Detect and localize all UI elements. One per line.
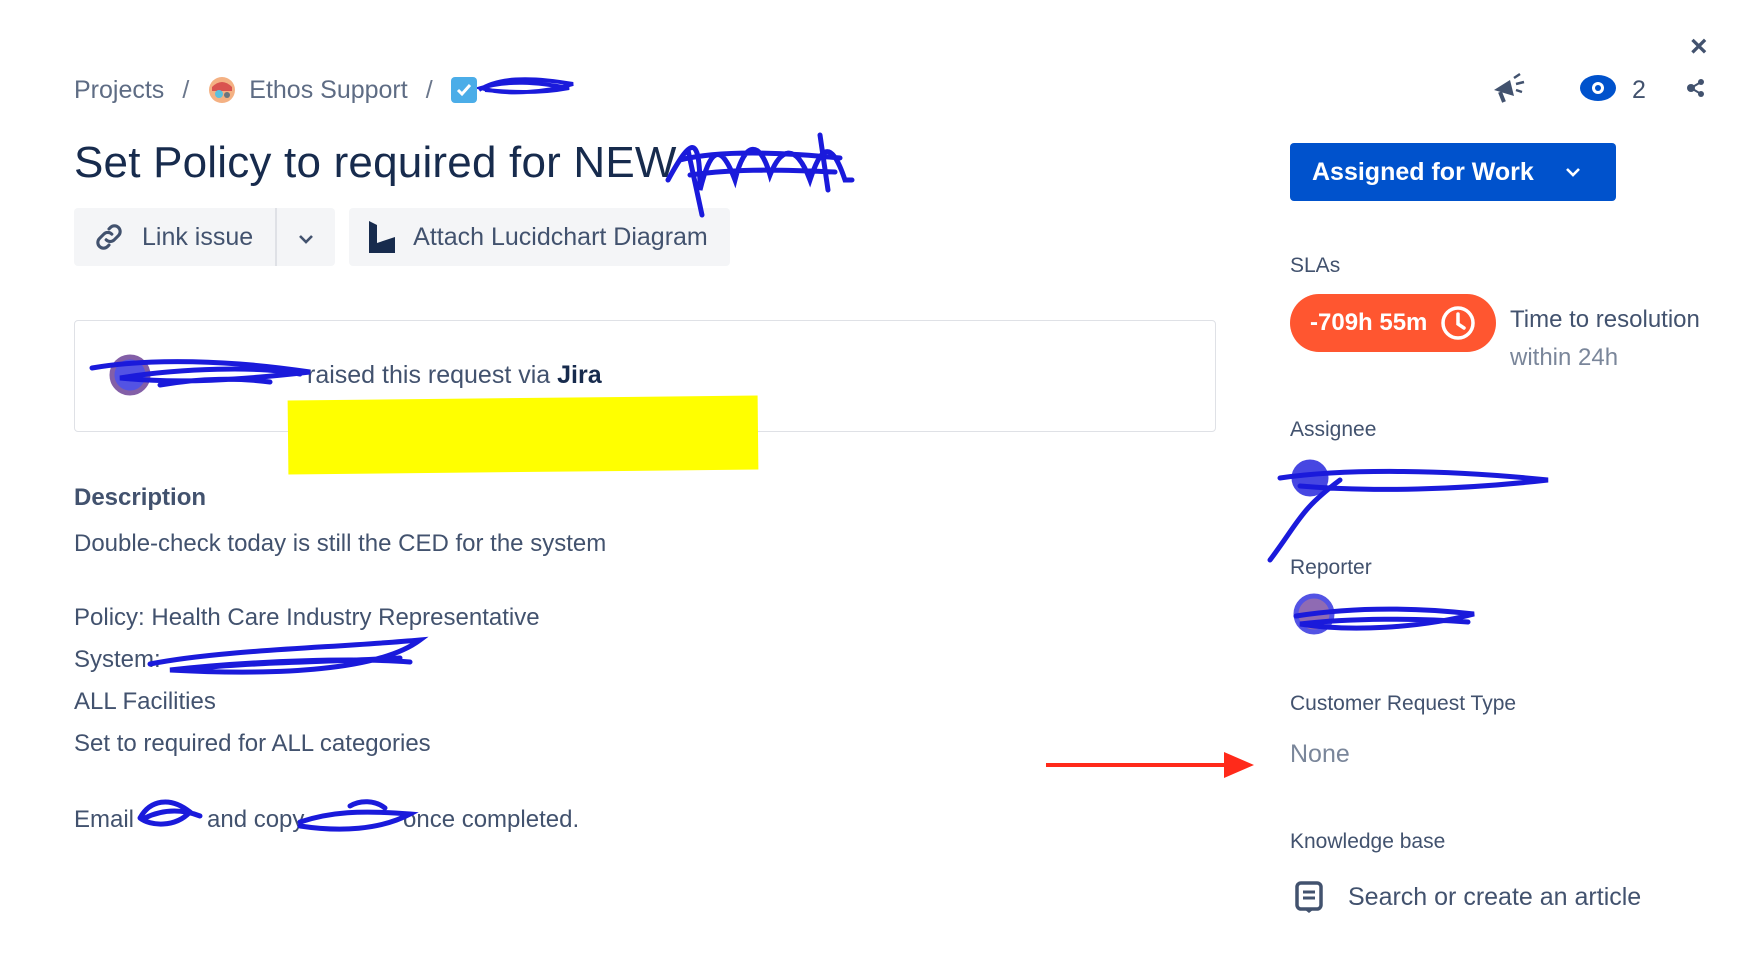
eye-icon [1578,73,1618,108]
description-line: Double-check today is still the CED for … [74,530,607,557]
redaction-scribble [1293,606,1475,631]
description-line: System: [74,646,161,673]
redaction-scribble [1267,468,1549,563]
redaction-scribble [297,799,419,832]
slas-label: SLAs [1290,254,1341,277]
attach-lucidchart-button[interactable]: Attach Lucidchart Diagram [349,208,730,266]
description-line: ALL Facilities [74,688,216,715]
close-button[interactable]: × [1690,30,1708,64]
search-article-link[interactable]: Search or create an article [1294,880,1641,914]
status-label: Assigned for Work [1312,157,1534,186]
article-icon [1294,880,1324,914]
redaction-scribble [137,799,203,827]
description-line: and copy [207,806,305,833]
share-button[interactable] [1686,70,1704,110]
sla-value: -709h 55m [1310,309,1428,336]
checkbox-issue-type-icon [450,77,477,103]
breadcrumb: Projects / Ethos Support / [74,72,577,108]
chevron-down-icon [1564,166,1582,178]
request-channel: Jira [557,361,602,389]
annotation-arrow [1046,750,1256,785]
chevron-down-icon [297,223,315,252]
description-line: Email [74,806,135,833]
knowledge-base-label: Knowledge base [1290,830,1446,853]
reporter-label: Reporter [1290,556,1372,579]
search-article-label: Search or create an article [1348,882,1642,911]
link-icon [92,220,126,254]
megaphone-icon [1488,68,1528,113]
description-line: Policy: Health Care Industry Representat… [74,604,540,631]
watch-button[interactable]: 2 [1578,70,1646,110]
request-type-value[interactable]: None [1290,740,1350,769]
redacted-issue-key[interactable] [473,72,577,109]
breadcrumb-project[interactable]: Ethos Support [249,76,407,105]
highlight-redaction [287,395,759,475]
feedback-button[interactable] [1488,70,1528,110]
status-transition-button[interactable]: Assigned for Work [1290,143,1616,201]
link-issue-label: Link issue [142,222,254,251]
redaction-scribble [147,636,429,675]
attach-lucidchart-label: Attach Lucidchart Diagram [413,222,708,251]
link-issue-button[interactable]: Link issue [74,208,278,266]
description-line: once completed. [403,806,580,833]
redaction-scribble [1291,459,1329,497]
sla-badge: -709h 55m [1290,294,1496,352]
watchers-count: 2 [1632,75,1646,104]
lucidchart-icon [367,219,397,255]
link-issue-dropdown-button[interactable] [277,208,336,266]
share-icon [1686,76,1704,105]
breadcrumb-projects[interactable]: Projects [74,76,164,105]
sla-target: within 24h [1510,344,1619,371]
breadcrumb-separator: / [182,75,190,104]
issue-title-text: Set Policy to required for NEW [74,138,677,187]
sla-name: Time to resolution [1510,306,1700,333]
raised-text: raised this request via [307,361,558,389]
description-line: Set to required for ALL categories [74,730,431,757]
request-type-label: Customer Request Type [1290,692,1517,715]
redaction-scribble [665,132,855,218]
clock-icon [1439,304,1477,342]
issue-title[interactable]: Set Policy to required for NEW [74,138,677,188]
issue-actions: Link issue Attach Lucidchart Diagram [74,208,730,266]
breadcrumb-separator: / [425,75,433,104]
redaction-scribble [1293,593,1335,635]
description-label: Description [74,484,207,511]
request-origin-text: raised this request via Jira [307,361,602,390]
project-avatar-icon [207,75,237,105]
assignee-label: Assignee [1290,418,1377,441]
